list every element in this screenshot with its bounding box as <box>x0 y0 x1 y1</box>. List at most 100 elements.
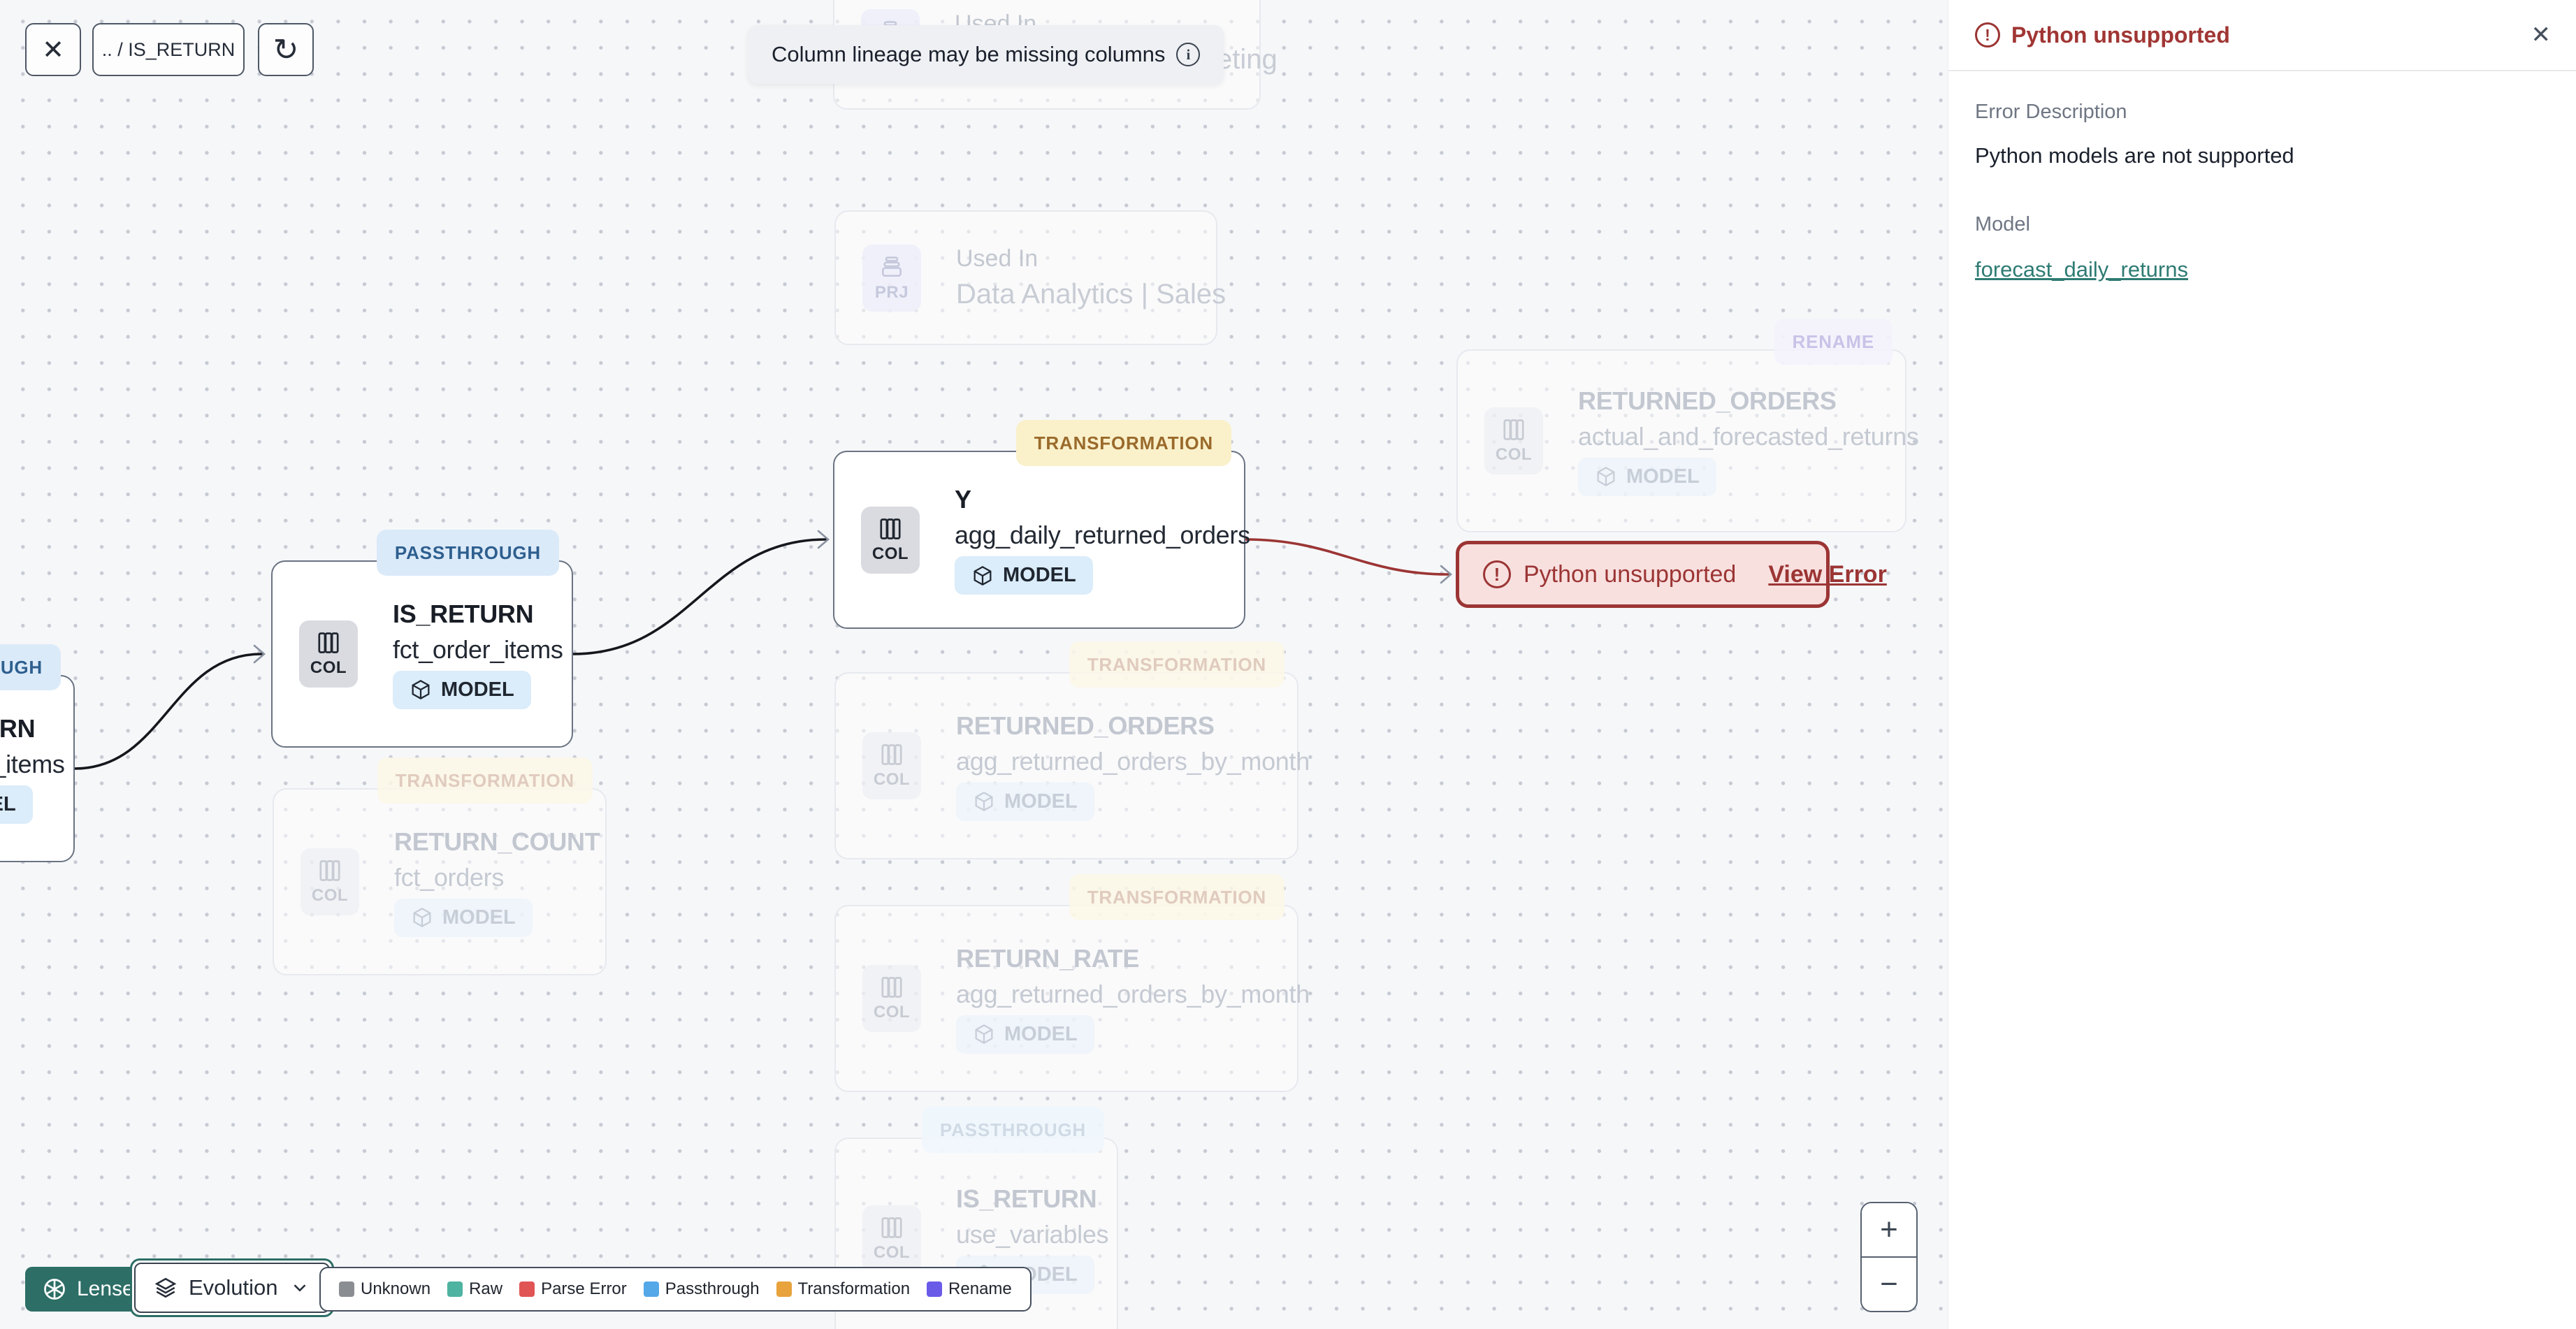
legend-label: Parse Error <box>541 1279 627 1298</box>
panel-body: Error Description Python models are not … <box>1948 71 2576 312</box>
model-tag: MODEL <box>394 898 533 937</box>
model-tag: MODEL <box>955 556 1093 595</box>
info-icon[interactable]: i <box>1176 43 1201 66</box>
columns-icon <box>880 518 901 539</box>
model-name: use_variables <box>956 1219 1109 1249</box>
column-chip: COL <box>862 965 921 1032</box>
column-name: RETURNED_ORDERS <box>1578 386 1837 415</box>
model-label: Model <box>1975 213 2030 235</box>
missing-columns-banner: Column lineage may be missing columns i <box>748 25 1224 84</box>
model-name: actual_and_forecasted_returns <box>1578 421 1919 451</box>
node-return-rate[interactable]: TRANSFORMATION COL RETURN_RATE agg_retur… <box>834 874 1310 1092</box>
chip-label: COL <box>1495 445 1533 464</box>
arrowhead-icon <box>253 644 266 664</box>
node-y-agg-daily-returned-orders[interactable]: TRANSFORMATION COL Y agg_daily_returned_… <box>833 420 1250 629</box>
column-name: RETURN_RATE <box>956 943 1140 973</box>
used-in-label: Used In <box>956 245 1039 272</box>
edge-y-to-error <box>1244 538 1449 576</box>
legend-label: Rename <box>948 1279 1012 1298</box>
legend-swatch-unknown <box>339 1281 354 1297</box>
panel-header: ! Python unsupported ✕ <box>1948 0 2576 71</box>
error-node-python-unsupported[interactable]: ! Python unsupported View Error <box>1456 541 1887 608</box>
column-chip: COL <box>1484 407 1543 474</box>
legend-swatch-passthrough <box>643 1281 659 1297</box>
node-returned-orders-rename[interactable]: RENAME COL RETURNED_ORDERS actual_and_fo… <box>1456 319 1919 532</box>
passthrough-badge: PASSTHROUGH <box>376 530 559 576</box>
node-return-count[interactable]: TRANSFORMATION COL RETURN_COUNT fct_orde… <box>273 757 607 975</box>
alert-icon: ! <box>1483 560 1511 588</box>
error-detail-panel: ! Python unsupported ✕ Error Description… <box>1948 0 2576 1329</box>
columns-icon <box>319 860 340 881</box>
panel-close-button[interactable]: ✕ <box>2531 21 2552 49</box>
lineage-canvas[interactable]: PRJ Used In Data Analytics | Marketing P… <box>0 0 1948 1329</box>
panel-title: Python unsupported <box>2011 22 2230 48</box>
legend-item: Transformation <box>776 1279 911 1299</box>
alert-icon: ! <box>1975 22 2000 48</box>
used-in-value: Data Analytics | Sales <box>956 279 1227 310</box>
model-tag: MODEL <box>393 670 531 709</box>
error-description-text: Python models are not supported <box>1975 143 2294 168</box>
model-name: fct_order_items <box>393 634 563 664</box>
chip-label: PRJ <box>874 282 909 302</box>
view-error-link[interactable]: View Error <box>1768 561 1886 588</box>
node-used-in-sales[interactable]: PRJ Used In Data Analytics | Sales <box>834 210 1227 345</box>
model-name: agg_daily_returned_orders <box>955 521 1250 549</box>
aperture-icon <box>44 1279 65 1300</box>
transformation-badge: TRANSFORMATION <box>377 757 593 804</box>
breadcrumb-label: .. / IS_RETURN <box>101 38 236 60</box>
node-is-return-fct-order-items[interactable]: PASSTHROUGH COL IS_RETURN fct_order_item… <box>271 530 573 748</box>
column-chip: COL <box>301 848 359 915</box>
column-chip: COL <box>862 1205 921 1272</box>
close-lineage-button[interactable]: ✕ <box>25 23 81 76</box>
arrowhead-icon <box>817 530 830 549</box>
legend-swatch-raw <box>447 1281 463 1297</box>
node-is-return-partial-left[interactable]: PASSTHROUGH COL IS_RETURN fct_order_item… <box>0 644 75 862</box>
model-tag-label: MODEL <box>442 906 516 929</box>
cube-icon <box>974 565 992 586</box>
model-name: agg_returned_orders_by_month <box>956 979 1310 1008</box>
columns-icon <box>881 1217 902 1238</box>
chevron-down-icon <box>294 1284 305 1292</box>
model-name: fct_order_items <box>0 749 65 778</box>
legend-item: Unknown <box>339 1279 430 1299</box>
legend-label: Raw <box>469 1279 503 1298</box>
chip-label: COL <box>873 770 911 789</box>
chip-label: COL <box>311 886 349 905</box>
plus-icon: + <box>1880 1212 1898 1247</box>
refresh-button[interactable]: ↻ <box>258 23 314 76</box>
model-tag: MODEL <box>956 1015 1094 1054</box>
close-icon: ✕ <box>42 35 64 65</box>
passthrough-badge: PASSTHROUGH <box>921 1107 1104 1153</box>
project-stack-icon <box>881 256 902 277</box>
column-name: RETURN_COUNT <box>394 827 600 856</box>
lineage-app: PRJ Used In Data Analytics | Marketing P… <box>0 0 2576 1329</box>
column-name: RETURNED_ORDERS <box>956 711 1215 740</box>
legend-swatch-rename <box>927 1281 943 1297</box>
breadcrumb[interactable]: .. / IS_RETURN <box>92 23 245 76</box>
transformation-badge: TRANSFORMATION <box>1069 874 1285 920</box>
zoom-out-button[interactable]: − <box>1862 1258 1916 1311</box>
legend-label: Unknown <box>361 1279 431 1298</box>
zoom-in-button[interactable]: + <box>1862 1203 1916 1258</box>
column-name: IS_RETURN <box>0 713 36 743</box>
close-icon: ✕ <box>2531 22 2552 48</box>
model-name: agg_returned_orders_by_month <box>956 746 1310 776</box>
model-tag-label: MODEL <box>1004 1022 1078 1045</box>
column-chip: COL <box>862 732 921 799</box>
model-link[interactable]: forecast_daily_returns <box>1975 257 2188 282</box>
model-tag-label: MODEL <box>0 792 16 815</box>
cube-icon <box>975 1024 993 1044</box>
model-tag: MODEL <box>0 785 33 824</box>
evolution-dropdown[interactable]: Evolution <box>130 1258 334 1317</box>
columns-icon <box>1503 419 1524 440</box>
cube-icon <box>1597 467 1615 486</box>
legend-label: Transformation <box>797 1279 911 1298</box>
column-name: IS_RETURN <box>956 1184 1097 1213</box>
chip-label: COL <box>873 1003 911 1022</box>
columns-icon <box>881 744 902 765</box>
model-tag-label: MODEL <box>1626 465 1700 488</box>
node-returned-orders-by-month[interactable]: TRANSFORMATION COL RETURNED_ORDERS agg_r… <box>834 641 1310 859</box>
legend-item: Rename <box>927 1279 1012 1299</box>
model-tag: MODEL <box>956 782 1094 821</box>
passthrough-badge: PASSTHROUGH <box>0 644 61 690</box>
